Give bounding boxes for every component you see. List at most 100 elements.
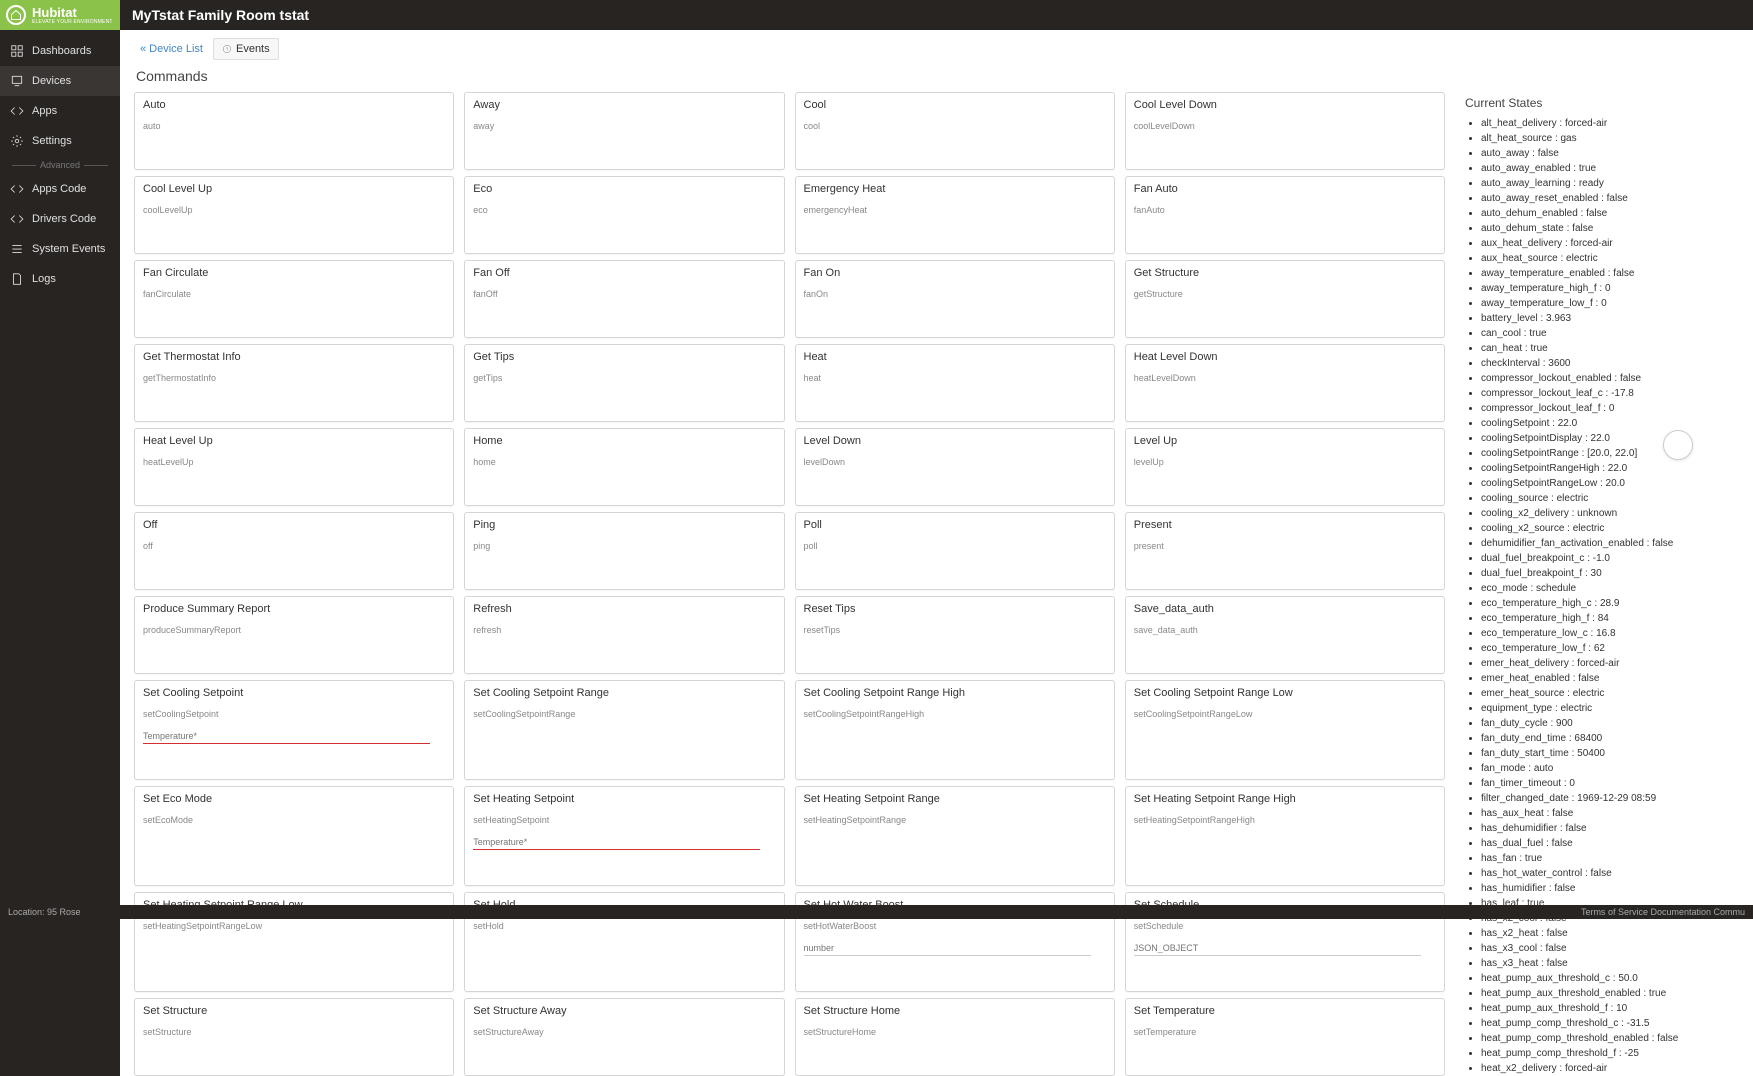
doc-icon <box>10 272 24 286</box>
sidebar-item-logs[interactable]: Logs <box>0 264 120 294</box>
command-method: fanOff <box>473 289 775 299</box>
command-input[interactable] <box>143 729 430 744</box>
sidebar-item-apps[interactable]: Apps <box>0 96 120 126</box>
command-fanCirculate[interactable]: Fan CirculatefanCirculate <box>134 260 454 338</box>
state-item: heat_x2_delivery : forced-air <box>1481 1061 1739 1076</box>
command-coolLevelDown[interactable]: Cool Level DowncoolLevelDown <box>1125 92 1445 170</box>
state-item: auto_dehum_state : false <box>1481 221 1739 236</box>
command-fanOn[interactable]: Fan OnfanOn <box>795 260 1115 338</box>
floating-action-button[interactable] <box>1663 430 1693 460</box>
command-coolLevelUp[interactable]: Cool Level UpcoolLevelUp <box>134 176 454 254</box>
command-title: Away <box>473 99 775 111</box>
command-auto[interactable]: Autoauto <box>134 92 454 170</box>
state-item: battery_level : 3.963 <box>1481 311 1739 326</box>
command-setCoolingSetpointRangeHigh[interactable]: Set Cooling Setpoint Range HighsetCoolin… <box>795 680 1115 780</box>
state-item: eco_temperature_high_c : 28.9 <box>1481 596 1739 611</box>
state-item: coolingSetpointRangeHigh : 22.0 <box>1481 461 1739 476</box>
command-fanAuto[interactable]: Fan AutofanAuto <box>1125 176 1445 254</box>
nav-label: Devices <box>32 75 71 87</box>
command-method: produceSummaryReport <box>143 625 445 635</box>
command-setHeatingSetpointRangeHigh[interactable]: Set Heating Setpoint Range HighsetHeatin… <box>1125 786 1445 886</box>
command-poll[interactable]: Pollpoll <box>795 512 1115 590</box>
command-title: Set Cooling Setpoint Range <box>473 687 775 699</box>
sidebar-item-apps-code[interactable]: Apps Code <box>0 174 120 204</box>
command-method: setCoolingSetpointRangeHigh <box>804 709 1106 719</box>
command-setCoolingSetpointRange[interactable]: Set Cooling Setpoint RangesetCoolingSetp… <box>464 680 784 780</box>
command-title: Refresh <box>473 603 775 615</box>
command-setStructureAway[interactable]: Set Structure AwaysetStructureAway <box>464 998 784 1076</box>
command-levelUp[interactable]: Level UplevelUp <box>1125 428 1445 506</box>
state-item: equipment_type : electric <box>1481 701 1739 716</box>
command-title: Get Tips <box>473 351 775 363</box>
command-eco[interactable]: Ecoeco <box>464 176 784 254</box>
sidebar-item-system-events[interactable]: System Events <box>0 234 120 264</box>
command-heatLevelUp[interactable]: Heat Level UpheatLevelUp <box>134 428 454 506</box>
state-item: emer_heat_enabled : false <box>1481 671 1739 686</box>
command-setStructure[interactable]: Set StructuresetStructure <box>134 998 454 1076</box>
state-item: emer_heat_delivery : forced-air <box>1481 656 1739 671</box>
command-title: Level Down <box>804 435 1106 447</box>
top-bar: Hubitat ELEVATE YOUR ENVIRONMENT MyTstat… <box>0 0 1753 30</box>
command-getStructure[interactable]: Get StructuregetStructure <box>1125 260 1445 338</box>
command-method: fanCirculate <box>143 289 445 299</box>
command-cool[interactable]: Coolcool <box>795 92 1115 170</box>
device-list-link[interactable]: « Device List <box>134 39 209 59</box>
current-states-panel: Current States alt_heat_delivery : force… <box>1459 92 1739 1076</box>
command-levelDown[interactable]: Level DownlevelDown <box>795 428 1115 506</box>
states-list: alt_heat_delivery : forced-airalt_heat_s… <box>1463 116 1739 1076</box>
state-item: can_cool : true <box>1481 326 1739 341</box>
command-heatLevelDown[interactable]: Heat Level DownheatLevelDown <box>1125 344 1445 422</box>
state-item: has_fan : true <box>1481 851 1739 866</box>
command-title: Present <box>1134 519 1436 531</box>
command-emergencyHeat[interactable]: Emergency HeatemergencyHeat <box>795 176 1115 254</box>
command-method: fanOn <box>804 289 1106 299</box>
command-heat[interactable]: Heatheat <box>795 344 1115 422</box>
command-save_data_auth[interactable]: Save_data_authsave_data_auth <box>1125 596 1445 674</box>
command-method: getTips <box>473 373 775 383</box>
command-off[interactable]: Offoff <box>134 512 454 590</box>
command-title: Heat Level Down <box>1134 351 1436 363</box>
command-produceSummaryReport[interactable]: Produce Summary ReportproduceSummaryRepo… <box>134 596 454 674</box>
command-title: Set Eco Mode <box>143 793 445 805</box>
state-item: dehumidifier_fan_activation_enabled : fa… <box>1481 536 1739 551</box>
command-input[interactable] <box>1134 941 1421 956</box>
command-title: Set Heating Setpoint <box>473 793 775 805</box>
sidebar-item-devices[interactable]: Devices <box>0 66 120 96</box>
footer-links[interactable]: Terms of Service Documentation Commu <box>1581 907 1745 917</box>
command-present[interactable]: Presentpresent <box>1125 512 1445 590</box>
state-item: auto_dehum_enabled : false <box>1481 206 1739 221</box>
command-resetTips[interactable]: Reset TipsresetTips <box>795 596 1115 674</box>
sidebar-item-dashboards[interactable]: Dashboards <box>0 36 120 66</box>
command-setTemperature[interactable]: Set TemperaturesetTemperature <box>1125 998 1445 1076</box>
command-setHeatingSetpoint[interactable]: Set Heating SetpointsetHeatingSetpoint <box>464 786 784 886</box>
state-item: fan_duty_cycle : 900 <box>1481 716 1739 731</box>
sidebar-item-drivers-code[interactable]: Drivers Code <box>0 204 120 234</box>
footer-location: Location: 95 Rose <box>8 907 81 917</box>
command-home[interactable]: Homehome <box>464 428 784 506</box>
state-item: heat_pump_comp_threshold_c : -31.5 <box>1481 1016 1739 1031</box>
command-ping[interactable]: Pingping <box>464 512 784 590</box>
command-title: Auto <box>143 99 445 111</box>
command-method: setHeatingSetpointRangeHigh <box>1134 815 1436 825</box>
command-setStructureHome[interactable]: Set Structure HomesetStructureHome <box>795 998 1115 1076</box>
command-setEcoMode[interactable]: Set Eco ModesetEcoMode <box>134 786 454 886</box>
command-title: Save_data_auth <box>1134 603 1436 615</box>
command-title: Fan Auto <box>1134 183 1436 195</box>
command-input[interactable] <box>473 835 760 850</box>
command-input[interactable] <box>804 941 1091 956</box>
command-setHeatingSetpointRange[interactable]: Set Heating Setpoint RangesetHeatingSetp… <box>795 786 1115 886</box>
commands-heading: Commands <box>136 68 1739 84</box>
state-item: eco_mode : schedule <box>1481 581 1739 596</box>
command-getTips[interactable]: Get Tips getTips <box>464 344 784 422</box>
command-fanOff[interactable]: Fan OfffanOff <box>464 260 784 338</box>
command-setCoolingSetpoint[interactable]: Set Cooling SetpointsetCoolingSetpoint <box>134 680 454 780</box>
command-setCoolingSetpointRangeLow[interactable]: Set Cooling Setpoint Range LowsetCooling… <box>1125 680 1445 780</box>
command-getThermostatInfo[interactable]: Get Thermostat InfogetThermostatInfo <box>134 344 454 422</box>
devices-icon <box>10 74 24 88</box>
command-title: Eco <box>473 183 775 195</box>
sidebar-item-settings[interactable]: Settings <box>0 126 120 156</box>
command-refresh[interactable]: Refreshrefresh <box>464 596 784 674</box>
events-tab[interactable]: Events <box>213 38 279 60</box>
command-away[interactable]: Awayaway <box>464 92 784 170</box>
state-item: has_x3_heat : false <box>1481 956 1739 971</box>
